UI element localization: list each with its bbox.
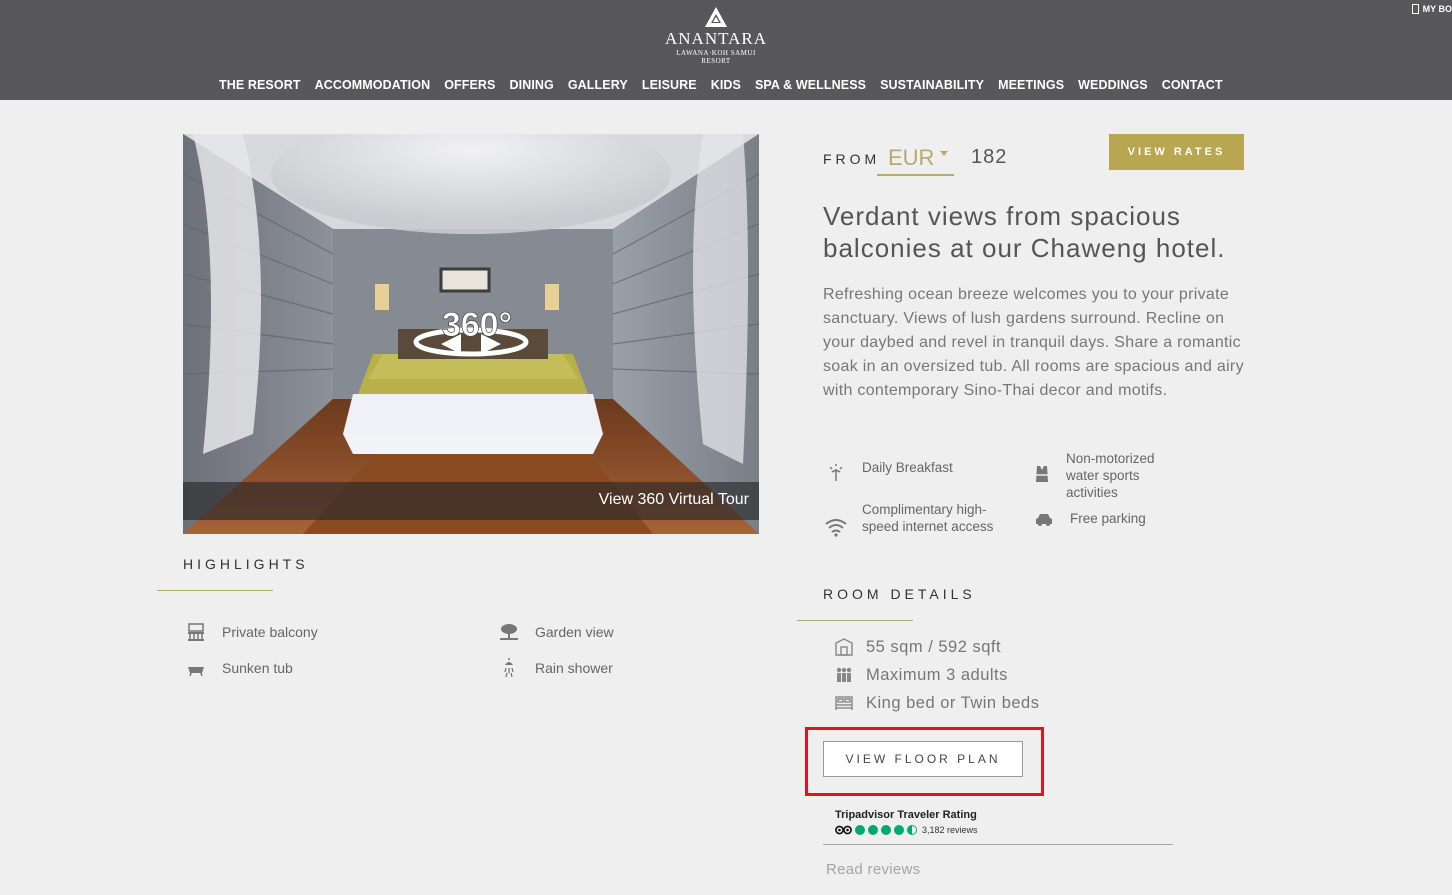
- currency-value: EUR: [888, 145, 935, 170]
- bookmark-icon: [1411, 4, 1419, 14]
- nav-kids[interactable]: KIDS: [704, 78, 748, 92]
- brand-name: ANANTARA: [664, 29, 768, 48]
- room-occupancy-value: Maximum 3 adults: [866, 665, 1008, 684]
- 360-badge-label: 360°: [442, 306, 512, 344]
- logo-mark-icon: [705, 7, 727, 27]
- highlight-rain-shower: Rain shower: [497, 658, 613, 678]
- room-beds: King bed or Twin beds: [832, 693, 1039, 713]
- amenity-water-sports: Non-motorized water sports activities: [1032, 450, 1182, 501]
- shower-icon: [497, 658, 521, 678]
- rating-bubble-icon: [894, 825, 904, 835]
- balcony-icon: [184, 622, 208, 642]
- nav-sustainability[interactable]: SUSTAINABILITY: [873, 78, 991, 92]
- nav-contact[interactable]: CONTACT: [1155, 78, 1230, 92]
- site-header: ANANTARA LAWANA·KOH SAMUI RESORT MY BO T…: [0, 0, 1452, 100]
- room-details-divider: [797, 620, 913, 621]
- nav-accommodation[interactable]: ACCOMMODATION: [308, 78, 438, 92]
- life-vest-icon: [1032, 464, 1052, 484]
- view-rates-button[interactable]: VIEW RATES: [1109, 134, 1244, 170]
- rating-bubble-icon: [855, 825, 865, 835]
- bed-icon: [832, 693, 856, 713]
- rating-bubble-icon: [881, 825, 891, 835]
- bathtub-icon: [184, 658, 208, 678]
- tripadvisor-rating[interactable]: 3,182 reviews: [835, 825, 978, 835]
- tripadvisor-owl-icon: [835, 825, 852, 835]
- highlights-divider: [157, 590, 273, 591]
- room-occupancy: Maximum 3 adults: [832, 665, 1008, 685]
- amenity-free-parking: Free parking: [1032, 510, 1182, 530]
- nav-leisure[interactable]: LEISURE: [635, 78, 704, 92]
- amenity-label: Daily Breakfast: [862, 460, 953, 475]
- highlight-label: Garden view: [535, 624, 614, 640]
- tripadvisor-title: Tripadvisor Traveler Rating: [835, 809, 977, 821]
- highlight-garden-view: Garden view: [497, 622, 614, 642]
- amenity-daily-breakfast: Daily Breakfast: [824, 459, 1004, 483]
- room-description: Refreshing ocean breeze welcomes you to …: [823, 286, 1244, 399]
- nav-spa-wellness[interactable]: SPA & WELLNESS: [748, 78, 873, 92]
- room-size: 55 sqm / 592 sqft: [832, 637, 1001, 657]
- room-beds-value: King bed or Twin beds: [866, 693, 1040, 712]
- highlight-sunken-tub: Sunken tub: [184, 658, 293, 678]
- price-value: 182: [971, 146, 1008, 168]
- bedroom-photo: 360°: [183, 134, 759, 534]
- room-size-icon: [832, 637, 856, 657]
- garden-view-icon: [497, 622, 521, 642]
- nav-weddings[interactable]: WEDDINGS: [1071, 78, 1155, 92]
- highlights-title: HIGHLIGHTS: [183, 556, 309, 572]
- from-label: FROM: [823, 151, 881, 167]
- amenity-label: Non-motorized water sports activities: [1066, 451, 1155, 500]
- room-360-image[interactable]: 360° View 360 Virtual Tour: [183, 134, 759, 534]
- nav-gallery[interactable]: GALLERY: [561, 78, 635, 92]
- highlight-label: Rain shower: [535, 660, 613, 676]
- my-booking-label: MY BO: [1422, 4, 1452, 14]
- caret-down-icon: [940, 151, 948, 156]
- nav-meetings[interactable]: MEETINGS: [991, 78, 1071, 92]
- my-booking-link[interactable]: MY BO: [1411, 4, 1452, 14]
- currency-select[interactable]: EUR: [877, 142, 954, 176]
- highlight-label: Private balcony: [222, 624, 318, 640]
- nav-offers[interactable]: OFFERS: [437, 78, 502, 92]
- review-count: 3,182 reviews: [922, 825, 978, 835]
- highlight-private-balcony: Private balcony: [184, 622, 318, 642]
- highlight-label: Sunken tub: [222, 660, 293, 676]
- main-nav: THE RESORT ACCOMMODATION OFFERS DINING G…: [212, 78, 1230, 92]
- room-size-value: 55 sqm / 592 sqft: [866, 637, 1002, 656]
- brand-subtitle: LAWANA·KOH SAMUI: [676, 49, 756, 57]
- amenity-label: Complimentary high-speed internet access: [862, 502, 994, 534]
- wifi-icon: [824, 517, 848, 537]
- read-reviews-link[interactable]: Read reviews: [826, 861, 920, 878]
- room-details-title: ROOM DETAILS: [823, 586, 976, 602]
- brand-subtitle-resort: RESORT: [701, 57, 731, 65]
- anantara-logo[interactable]: ANANTARA LAWANA·KOH SAMUI RESORT: [626, 6, 806, 65]
- room-headline: Verdant views from spacious balconies at…: [823, 201, 1226, 263]
- car-icon: [1032, 510, 1056, 530]
- rating-half-bubble-icon: [907, 825, 917, 835]
- rating-bubble-icon: [868, 825, 878, 835]
- tripadvisor-divider: [823, 844, 1173, 845]
- amenity-label: Free parking: [1070, 511, 1146, 526]
- nav-the-resort[interactable]: THE RESORT: [212, 78, 308, 92]
- amenity-internet: Complimentary high-speed internet access: [824, 501, 1004, 537]
- virtual-tour-label: View 360 Virtual Tour: [598, 491, 749, 508]
- virtual-tour-bar[interactable]: View 360 Virtual Tour: [183, 482, 759, 520]
- adults-icon: [832, 665, 856, 685]
- breakfast-icon: [824, 463, 848, 483]
- nav-dining[interactable]: DINING: [503, 78, 561, 92]
- annotation-highlight-box: [805, 727, 1044, 796]
